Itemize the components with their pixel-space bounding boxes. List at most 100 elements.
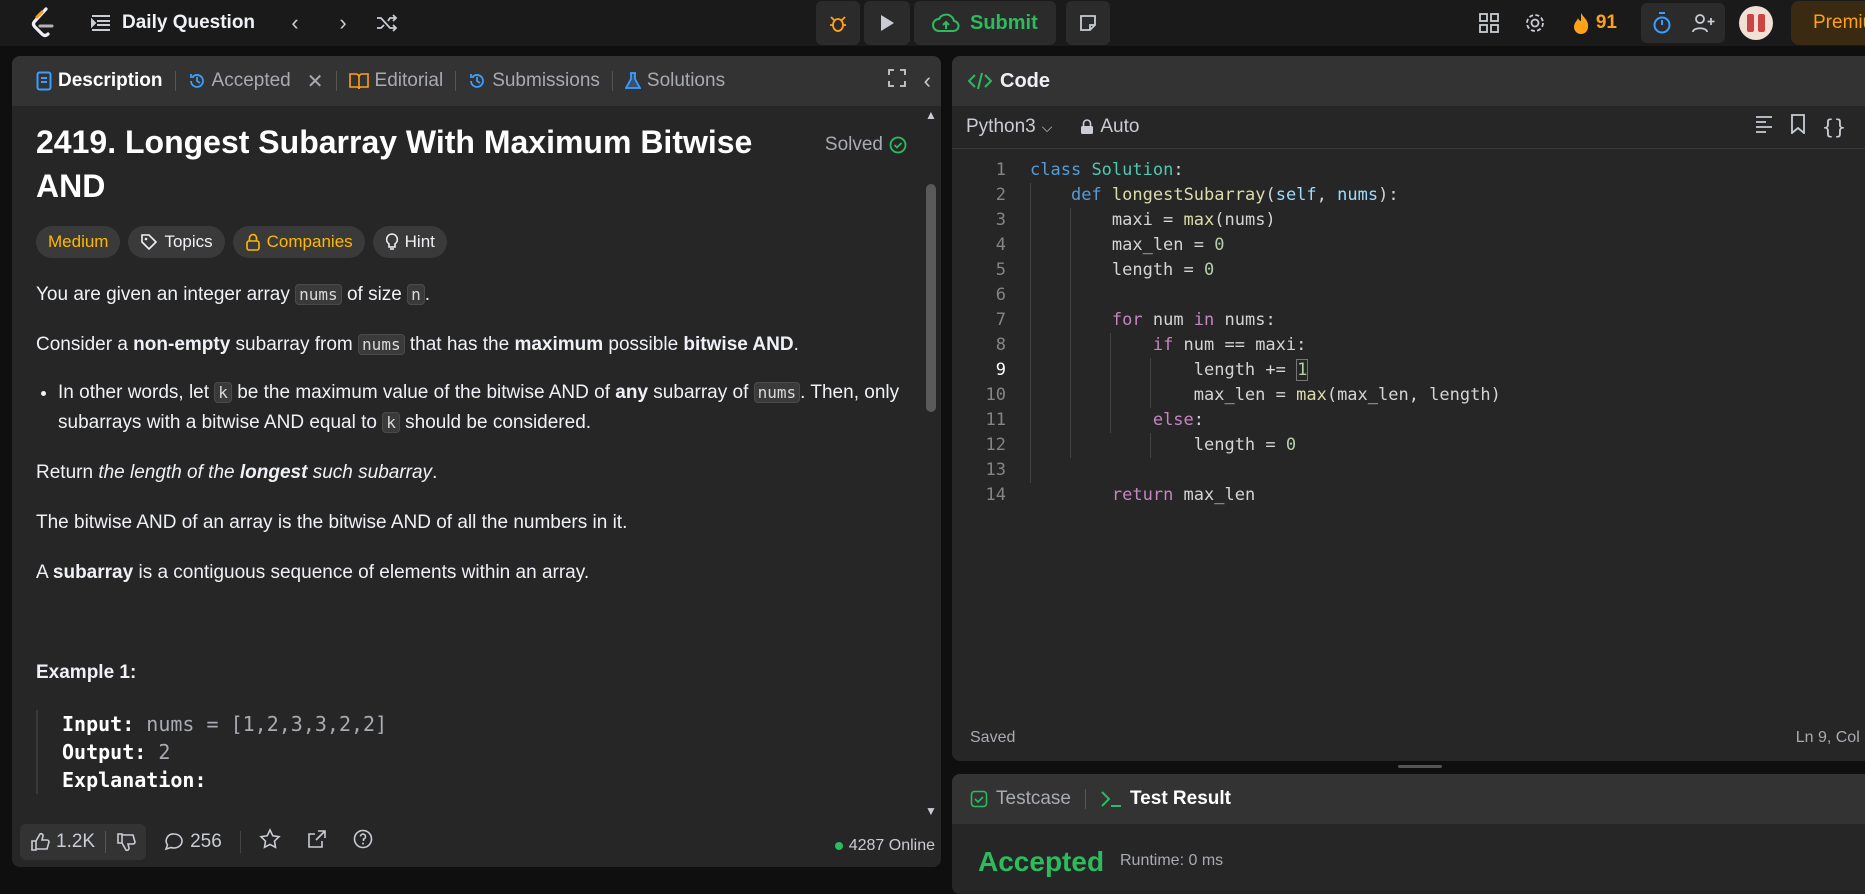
problem-list-button[interactable]: Daily Question [90, 8, 255, 38]
tab-solutions[interactable]: Solutions [619, 56, 731, 106]
text: that has the [404, 334, 515, 355]
online-dot-icon [834, 842, 843, 850]
example-input: Input: nums = [1,2,3,3,2,2] [62, 710, 916, 738]
language-selector[interactable]: Python3 ⌵ [966, 116, 1052, 138]
thumbs-down-icon [117, 833, 136, 852]
tag-icon [141, 234, 158, 251]
gear-icon [1525, 14, 1544, 32]
scroll-up-icon[interactable]: ▲ [925, 108, 937, 122]
bold-italic-text: longest [239, 462, 308, 483]
bookmark-icon[interactable] [1790, 114, 1806, 140]
timer-button[interactable] [1641, 1, 1683, 45]
terminal-icon [1101, 791, 1121, 807]
tab-testcase-label: Testcase [996, 788, 1071, 809]
description-scrollbar[interactable]: ▲ ▼ [925, 108, 937, 818]
output-label: Output: [62, 740, 147, 764]
tab-submissions[interactable]: Submissions [462, 56, 606, 106]
run-button[interactable] [864, 1, 910, 45]
tab-accepted[interactable]: Accepted ✕ [182, 56, 330, 106]
code-header: Code [952, 56, 1865, 106]
random-problem-button[interactable] [374, 10, 400, 36]
problem-title[interactable]: 2419. Longest Subarray With Maximum Bitw… [36, 120, 816, 208]
premium-button[interactable]: Premium [1791, 1, 1865, 45]
tab-divider [1084, 789, 1086, 809]
debug-button[interactable] [816, 1, 860, 45]
description-panel: Description Accepted ✕ Editorial Submiss… [12, 56, 941, 867]
tab-description[interactable]: Description [30, 56, 169, 106]
test-tabbar: Testcase Test Result [952, 774, 1865, 824]
topics-button[interactable]: Topics [128, 226, 225, 258]
user-avatar[interactable] [1739, 6, 1773, 40]
text: . [793, 334, 799, 355]
like-button[interactable]: 1.2K [20, 831, 105, 853]
scroll-down-icon[interactable]: ▼ [925, 804, 937, 818]
description-paragraph: The bitwise AND of an array is the bitwi… [36, 512, 628, 533]
example-block: Input: nums = [1,2,3,3,2,2] Output: 2 Ex… [36, 710, 916, 794]
tab-test-result-label: Test Result [1129, 788, 1231, 809]
leetcode-logo-icon[interactable] [28, 6, 58, 40]
line-number: 3 [995, 210, 1006, 230]
favorite-button[interactable] [259, 828, 281, 856]
dislike-button[interactable] [106, 832, 146, 852]
help-button[interactable] [353, 829, 373, 855]
code-line: else: [1152, 410, 1205, 430]
tab-editorial[interactable]: Editorial [343, 56, 450, 106]
format-icon[interactable] [1754, 115, 1774, 139]
bold-text: any [615, 382, 649, 403]
comments-button[interactable]: 256 [164, 831, 222, 853]
cursor-position: Ln 9, Col 26 [1795, 729, 1865, 746]
add-collaborator-button[interactable] [1683, 1, 1725, 45]
code-line: for num in nums: [1111, 310, 1276, 330]
comment-count: 256 [190, 831, 222, 852]
italic-text: the length of the [98, 462, 240, 483]
divider [239, 831, 241, 853]
line-number: 8 [995, 335, 1006, 355]
list-icon [91, 15, 110, 31]
description-paragraph: Return the length of the longest such su… [36, 458, 916, 488]
history-icon [189, 74, 204, 88]
description-paragraph: Consider a non-empty subarray from nums … [36, 330, 916, 360]
hint-button[interactable]: Hint [372, 226, 447, 258]
text: is a contiguous sequence of elements wit… [133, 562, 590, 583]
fullscreen-icon[interactable] [887, 69, 906, 93]
prev-problem-button[interactable]: ‹ [282, 10, 308, 36]
input-value: nums = [1,2,3,3,2,2] [146, 712, 388, 736]
notes-button[interactable] [1065, 1, 1110, 45]
book-icon [348, 73, 369, 90]
example-output: Output: 2 [62, 738, 916, 766]
streak-counter[interactable]: 91 [1558, 12, 1631, 34]
flask-icon [624, 72, 641, 89]
settings-button[interactable] [1512, 1, 1558, 45]
share-button[interactable] [307, 829, 327, 855]
tab-divider [335, 71, 337, 91]
tab-divider [455, 71, 457, 91]
text: . [432, 462, 438, 483]
tab-test-result[interactable]: Test Result [1100, 788, 1231, 810]
line-number: 6 [995, 285, 1006, 305]
submit-button[interactable]: Submit [914, 1, 1056, 45]
companies-button[interactable]: Companies [232, 226, 365, 258]
online-label: 4287 Online [848, 837, 935, 854]
close-icon[interactable]: ✕ [307, 69, 324, 94]
language-label: Python3 [966, 116, 1036, 137]
next-problem-button[interactable]: › [330, 10, 356, 36]
code-line: if num == maxi: [1152, 335, 1307, 355]
italic-text: such subarray [307, 462, 433, 483]
auto-mode-toggle[interactable]: Auto [1080, 116, 1139, 138]
braces-icon[interactable]: {} [1822, 115, 1846, 139]
scrollbar-thumb[interactable] [926, 184, 936, 412]
text: A [36, 562, 53, 583]
description-list: In other words, let k be the maximum val… [36, 378, 916, 438]
star-icon [259, 828, 281, 849]
code-editor[interactable]: 1 class Solution: 2 def longestSubarray(… [952, 158, 1865, 578]
tab-testcase[interactable]: Testcase [970, 788, 1071, 810]
editor-toolbar: Python3 ⌵ Auto {} [952, 106, 1865, 149]
collapse-panel-icon[interactable]: ‹ [924, 68, 931, 94]
description-tabbar: Description Accepted ✕ Editorial Submiss… [12, 56, 941, 106]
line-number: 9 [995, 360, 1006, 380]
panel-resize-handle[interactable] [1398, 765, 1442, 768]
share-icon [307, 830, 326, 848]
layout-button[interactable] [1466, 1, 1512, 45]
text: Return [36, 462, 99, 483]
result-status: Accepted [978, 846, 1105, 877]
